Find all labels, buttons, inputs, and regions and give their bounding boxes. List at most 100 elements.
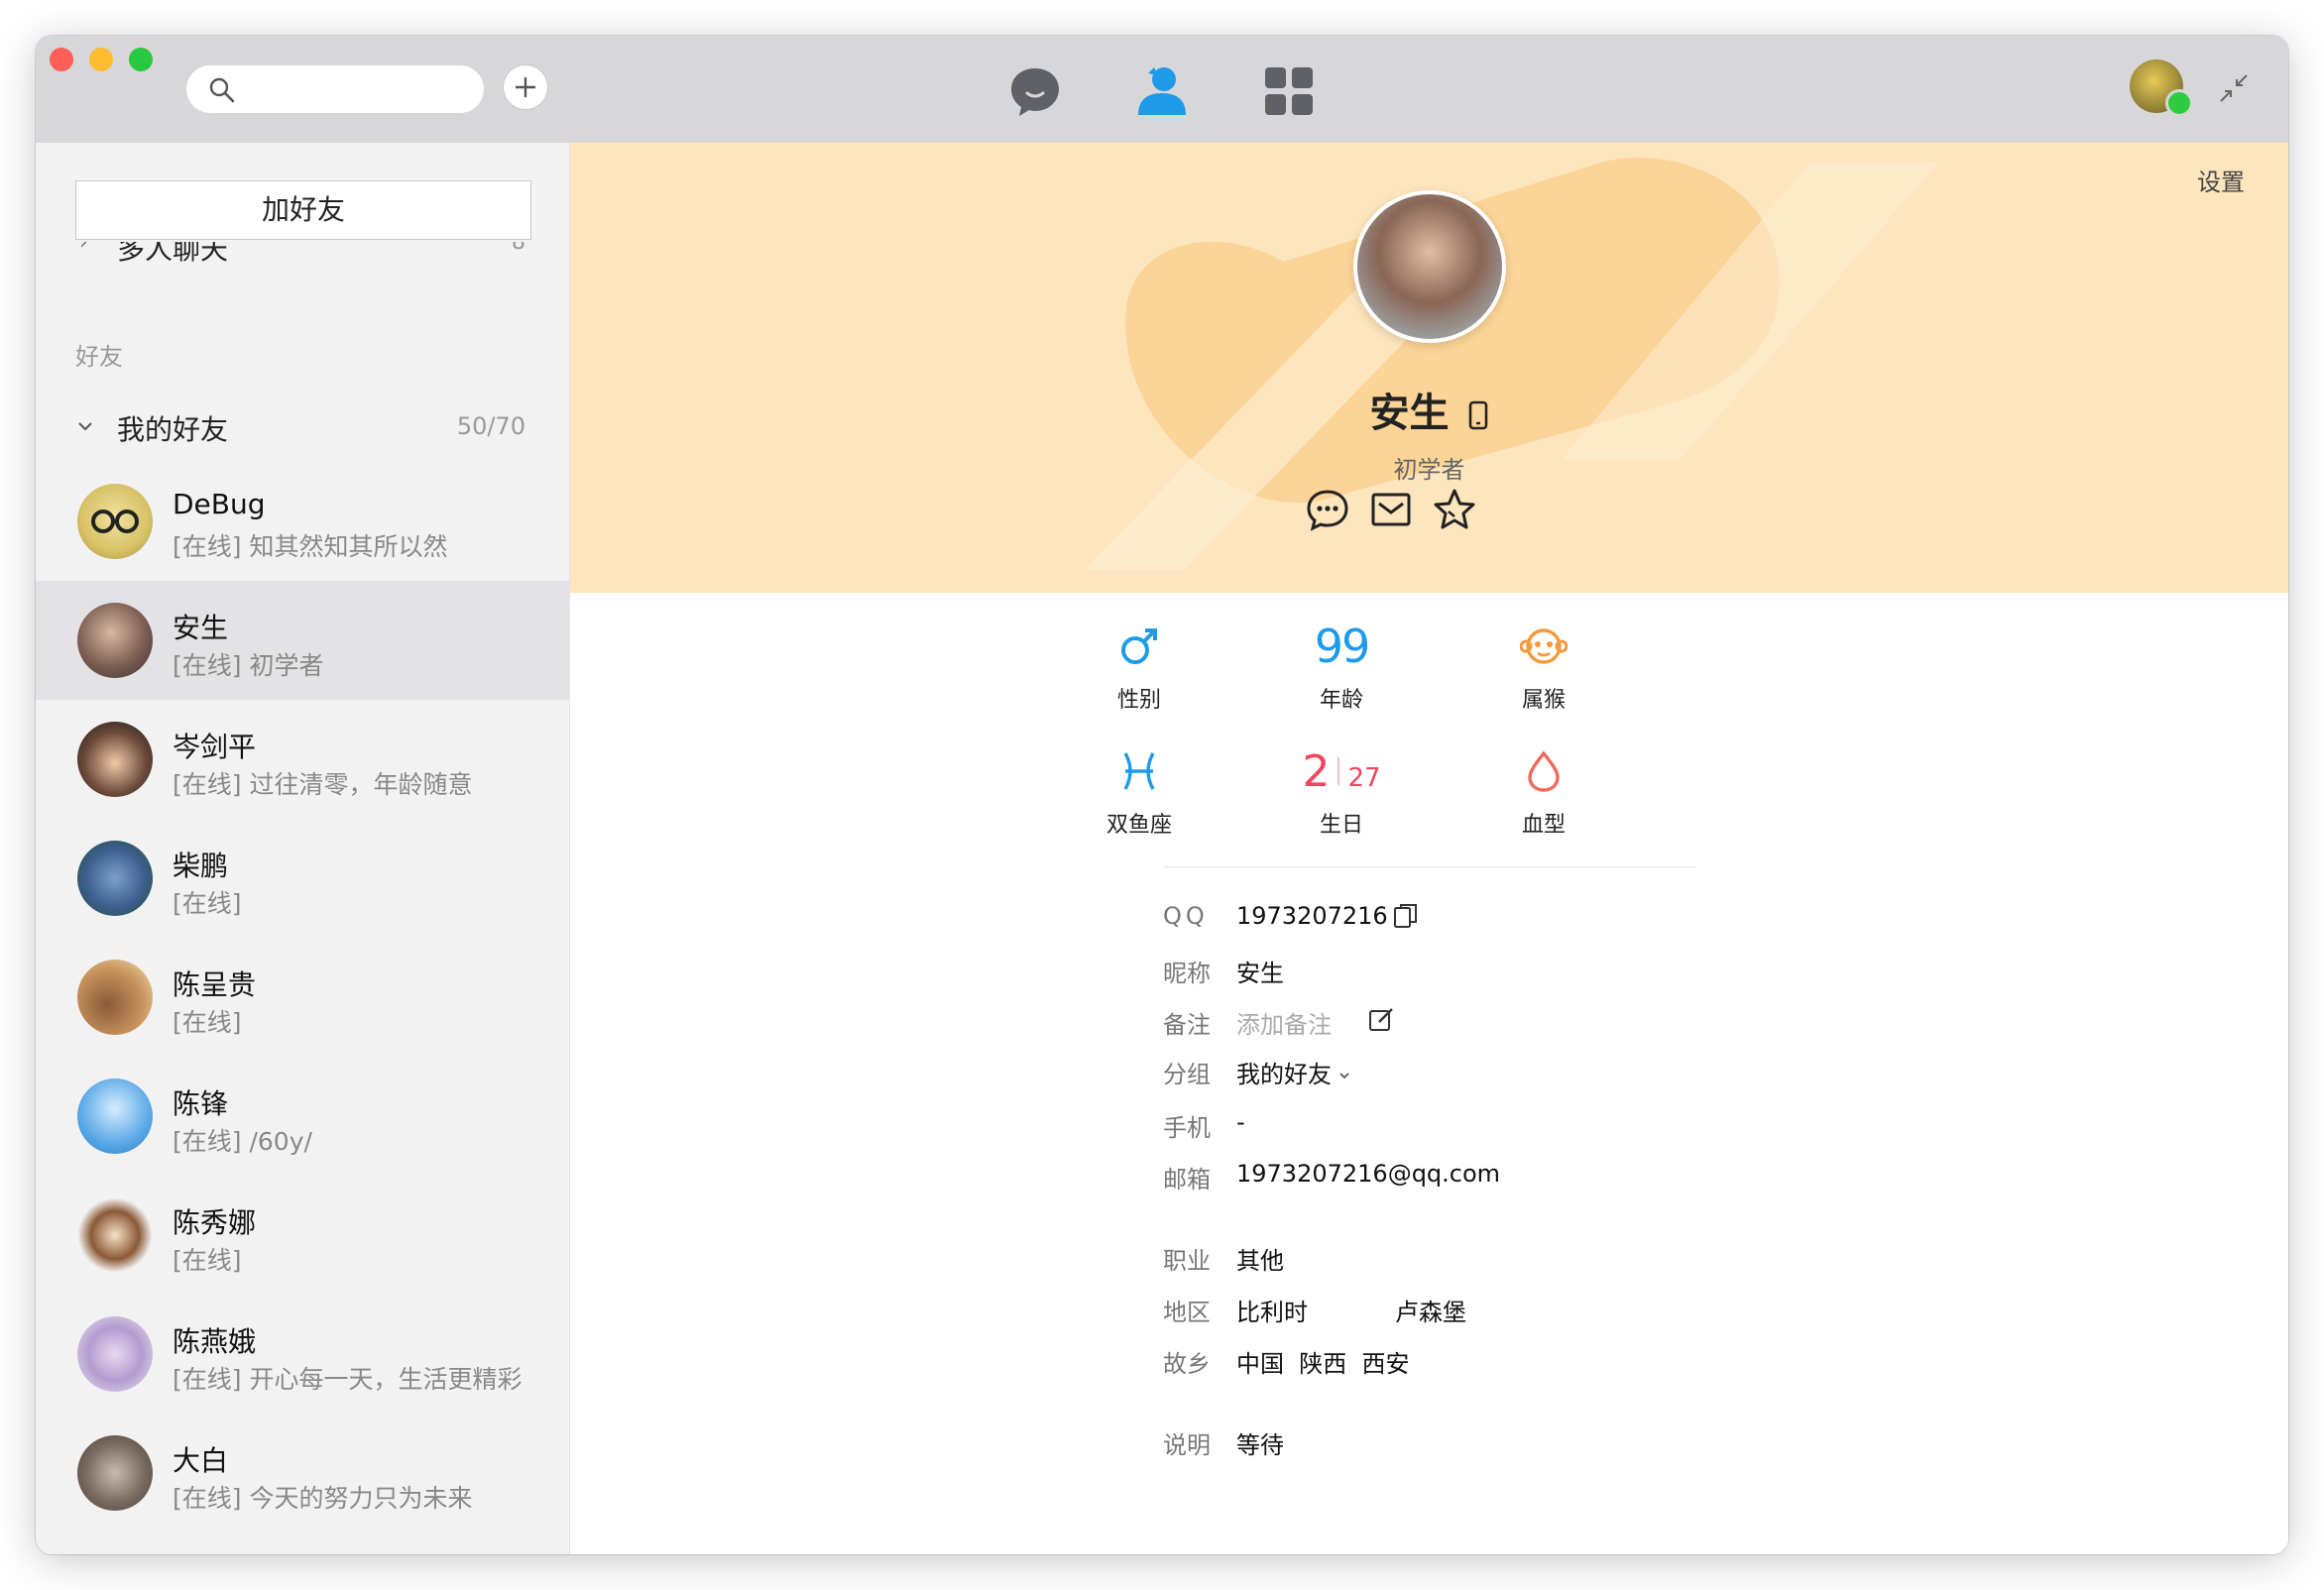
- edit-icon[interactable]: [1367, 1005, 1395, 1033]
- contact-item[interactable]: 安生 [在线] 初学者: [36, 581, 569, 700]
- mail-icon[interactable]: [1367, 486, 1415, 533]
- info-value-2: 卢森堡: [1395, 1299, 1466, 1326]
- attr-constellation: 双鱼座: [1070, 741, 1209, 839]
- person-icon[interactable]: [1134, 63, 1190, 119]
- contact-name: 陈呈贵: [173, 968, 257, 1001]
- contact-name: DeBug: [173, 488, 266, 520]
- contact-status: [在线] 开心每一天，生活更精彩: [173, 1365, 523, 1394]
- profile-avatar[interactable]: [1353, 190, 1506, 343]
- birthday-month: 2: [1302, 745, 1331, 797]
- contact-item[interactable]: [36, 1533, 569, 1554]
- plus-icon: [516, 77, 535, 97]
- contact-status: [在线] 初学者: [173, 651, 324, 680]
- attr-zodiac: 属猴: [1474, 617, 1613, 714]
- group-count: 50/70: [456, 412, 525, 440]
- profile-name-row: 安生: [570, 381, 2288, 438]
- contact-status: [在线] 过往清零，年龄随意: [173, 770, 473, 799]
- contact-name: 大白: [173, 1444, 229, 1477]
- info-key: 故乡: [1163, 1350, 1211, 1378]
- contact-status: [在线]: [173, 1246, 242, 1275]
- close-window-button[interactable]: [50, 48, 73, 71]
- contact-name: 柴鹏: [173, 850, 229, 882]
- birthday-icon: 2 27: [1272, 741, 1411, 801]
- maximize-window-button[interactable]: [129, 48, 153, 71]
- minimize-window-button[interactable]: [89, 48, 113, 71]
- create-button[interactable]: [504, 65, 547, 109]
- group-label: 多人聊天: [117, 242, 229, 266]
- chevron-down-icon: [78, 422, 92, 431]
- info-key: 手机: [1163, 1114, 1211, 1142]
- contact-name: 岑剑平: [173, 731, 257, 763]
- contact-status: [在线] 今天的努力只为未来: [173, 1484, 473, 1513]
- profile-signature: 初学者: [1393, 456, 1465, 484]
- settings-link[interactable]: 设置: [2197, 163, 2245, 197]
- attr-gender: 性别: [1070, 617, 1209, 714]
- attr-label: 属猴: [1521, 688, 1566, 713]
- contact-item[interactable]: 陈锋 [在线] /60y/: [36, 1057, 569, 1176]
- avatar: [77, 841, 153, 916]
- group-row-multi-chat[interactable]: › 多人聊天 8: [75, 242, 529, 270]
- avatar: [77, 1079, 153, 1154]
- chat-bubble-icon[interactable]: [1007, 63, 1063, 119]
- contact-item[interactable]: 陈秀娜 [在线]: [36, 1176, 569, 1295]
- info-key: 分组: [1163, 1061, 1211, 1088]
- group-label: 我的好友: [117, 413, 229, 446]
- search-input[interactable]: [186, 65, 484, 113]
- collapse-icon[interactable]: [2217, 71, 2251, 105]
- contact-status: [在线] 知其然知其所以然: [173, 532, 448, 561]
- male-icon: [1121, 628, 1157, 664]
- birthday-day: 27: [1347, 763, 1381, 793]
- avatar: [77, 603, 153, 678]
- info-key: 职业: [1163, 1247, 1211, 1275]
- favorite-star-icon[interactable]: [1431, 486, 1478, 533]
- info-key: QQ: [1163, 902, 1209, 930]
- info-key: 地区: [1163, 1299, 1211, 1326]
- profile-actions: [1304, 486, 1552, 535]
- contacts-sidebar: 加好友 › 多人聊天 8 好友 我的好友 50/70 DeBug [在线] 知其…: [36, 143, 570, 1554]
- grid-icon[interactable]: [1261, 63, 1317, 119]
- avatar: [77, 1197, 153, 1273]
- phone-icon: [1468, 400, 1487, 430]
- contact-item[interactable]: 柴鹏 [在线]: [36, 819, 569, 938]
- send-message-icon[interactable]: [1304, 486, 1351, 533]
- info-value: 中国 陕西 西安: [1236, 1350, 1410, 1378]
- contact-item[interactable]: DeBug [在线] 知其然知其所以然: [36, 462, 569, 581]
- attr-label: 血型: [1521, 813, 1566, 838]
- attr-label: 双鱼座: [1105, 813, 1172, 838]
- avatar: [77, 722, 153, 797]
- contact-name: 陈秀娜: [173, 1206, 257, 1239]
- attr-blood: 血型: [1474, 741, 1613, 839]
- contact-status: [在线] /60y/: [173, 1127, 312, 1156]
- contact-name: 陈锋: [173, 1087, 229, 1120]
- copy-icon[interactable]: [1393, 902, 1419, 930]
- profile-banner: 设置 安生 初学者: [570, 143, 2288, 593]
- info-value: 1973207216@qq.com: [1236, 1160, 1501, 1188]
- contact-item[interactable]: 大白 [在线] 今天的努力只为未来: [36, 1414, 569, 1533]
- attr-age: 99 年龄: [1272, 617, 1411, 714]
- pisces-icon: [1123, 752, 1155, 790]
- attr-label: 年龄: [1319, 688, 1363, 713]
- contact-list: DeBug [在线] 知其然知其所以然 安生 [在线] 初学者 岑剑平 [在线]…: [36, 462, 569, 1554]
- qq-number: 1973207216: [1236, 902, 1388, 930]
- contact-item[interactable]: 陈呈贵 [在线]: [36, 938, 569, 1057]
- contact-item[interactable]: 岑剑平 [在线] 过往清零，年龄随意: [36, 700, 569, 819]
- monkey-icon: [1520, 628, 1568, 664]
- divider: [1163, 866, 1696, 867]
- profile-name: 安生: [1369, 391, 1450, 436]
- qq-window: 加好友 › 多人聊天 8 好友 我的好友 50/70 DeBug [在线] 知其…: [36, 36, 2288, 1554]
- remark-input[interactable]: 添加备注: [1236, 1005, 1332, 1040]
- group-row-my-friends[interactable]: 我的好友 50/70: [75, 404, 529, 452]
- attr-birthday: 2 27 生日: [1272, 741, 1411, 839]
- contact-status: [在线]: [173, 1008, 242, 1037]
- info-key: 备注: [1163, 1011, 1211, 1039]
- info-key: 昵称: [1163, 960, 1211, 987]
- info-value: -: [1236, 1108, 1245, 1136]
- profile-panel: 设置 安生 初学者 性别 99 年龄 属猴 双鱼座 2 27 生日 血型 QQ …: [570, 143, 2288, 1554]
- contact-status: [在线]: [173, 889, 242, 918]
- avatar: [77, 1435, 153, 1511]
- add-friend-button[interactable]: 加好友: [75, 180, 531, 240]
- info-value: 等待: [1236, 1431, 1284, 1459]
- chevron-down-icon: [1339, 1073, 1349, 1079]
- group-select[interactable]: 我的好友: [1236, 1055, 1351, 1089]
- contact-item[interactable]: 陈燕娥 [在线] 开心每一天，生活更精彩: [36, 1295, 569, 1414]
